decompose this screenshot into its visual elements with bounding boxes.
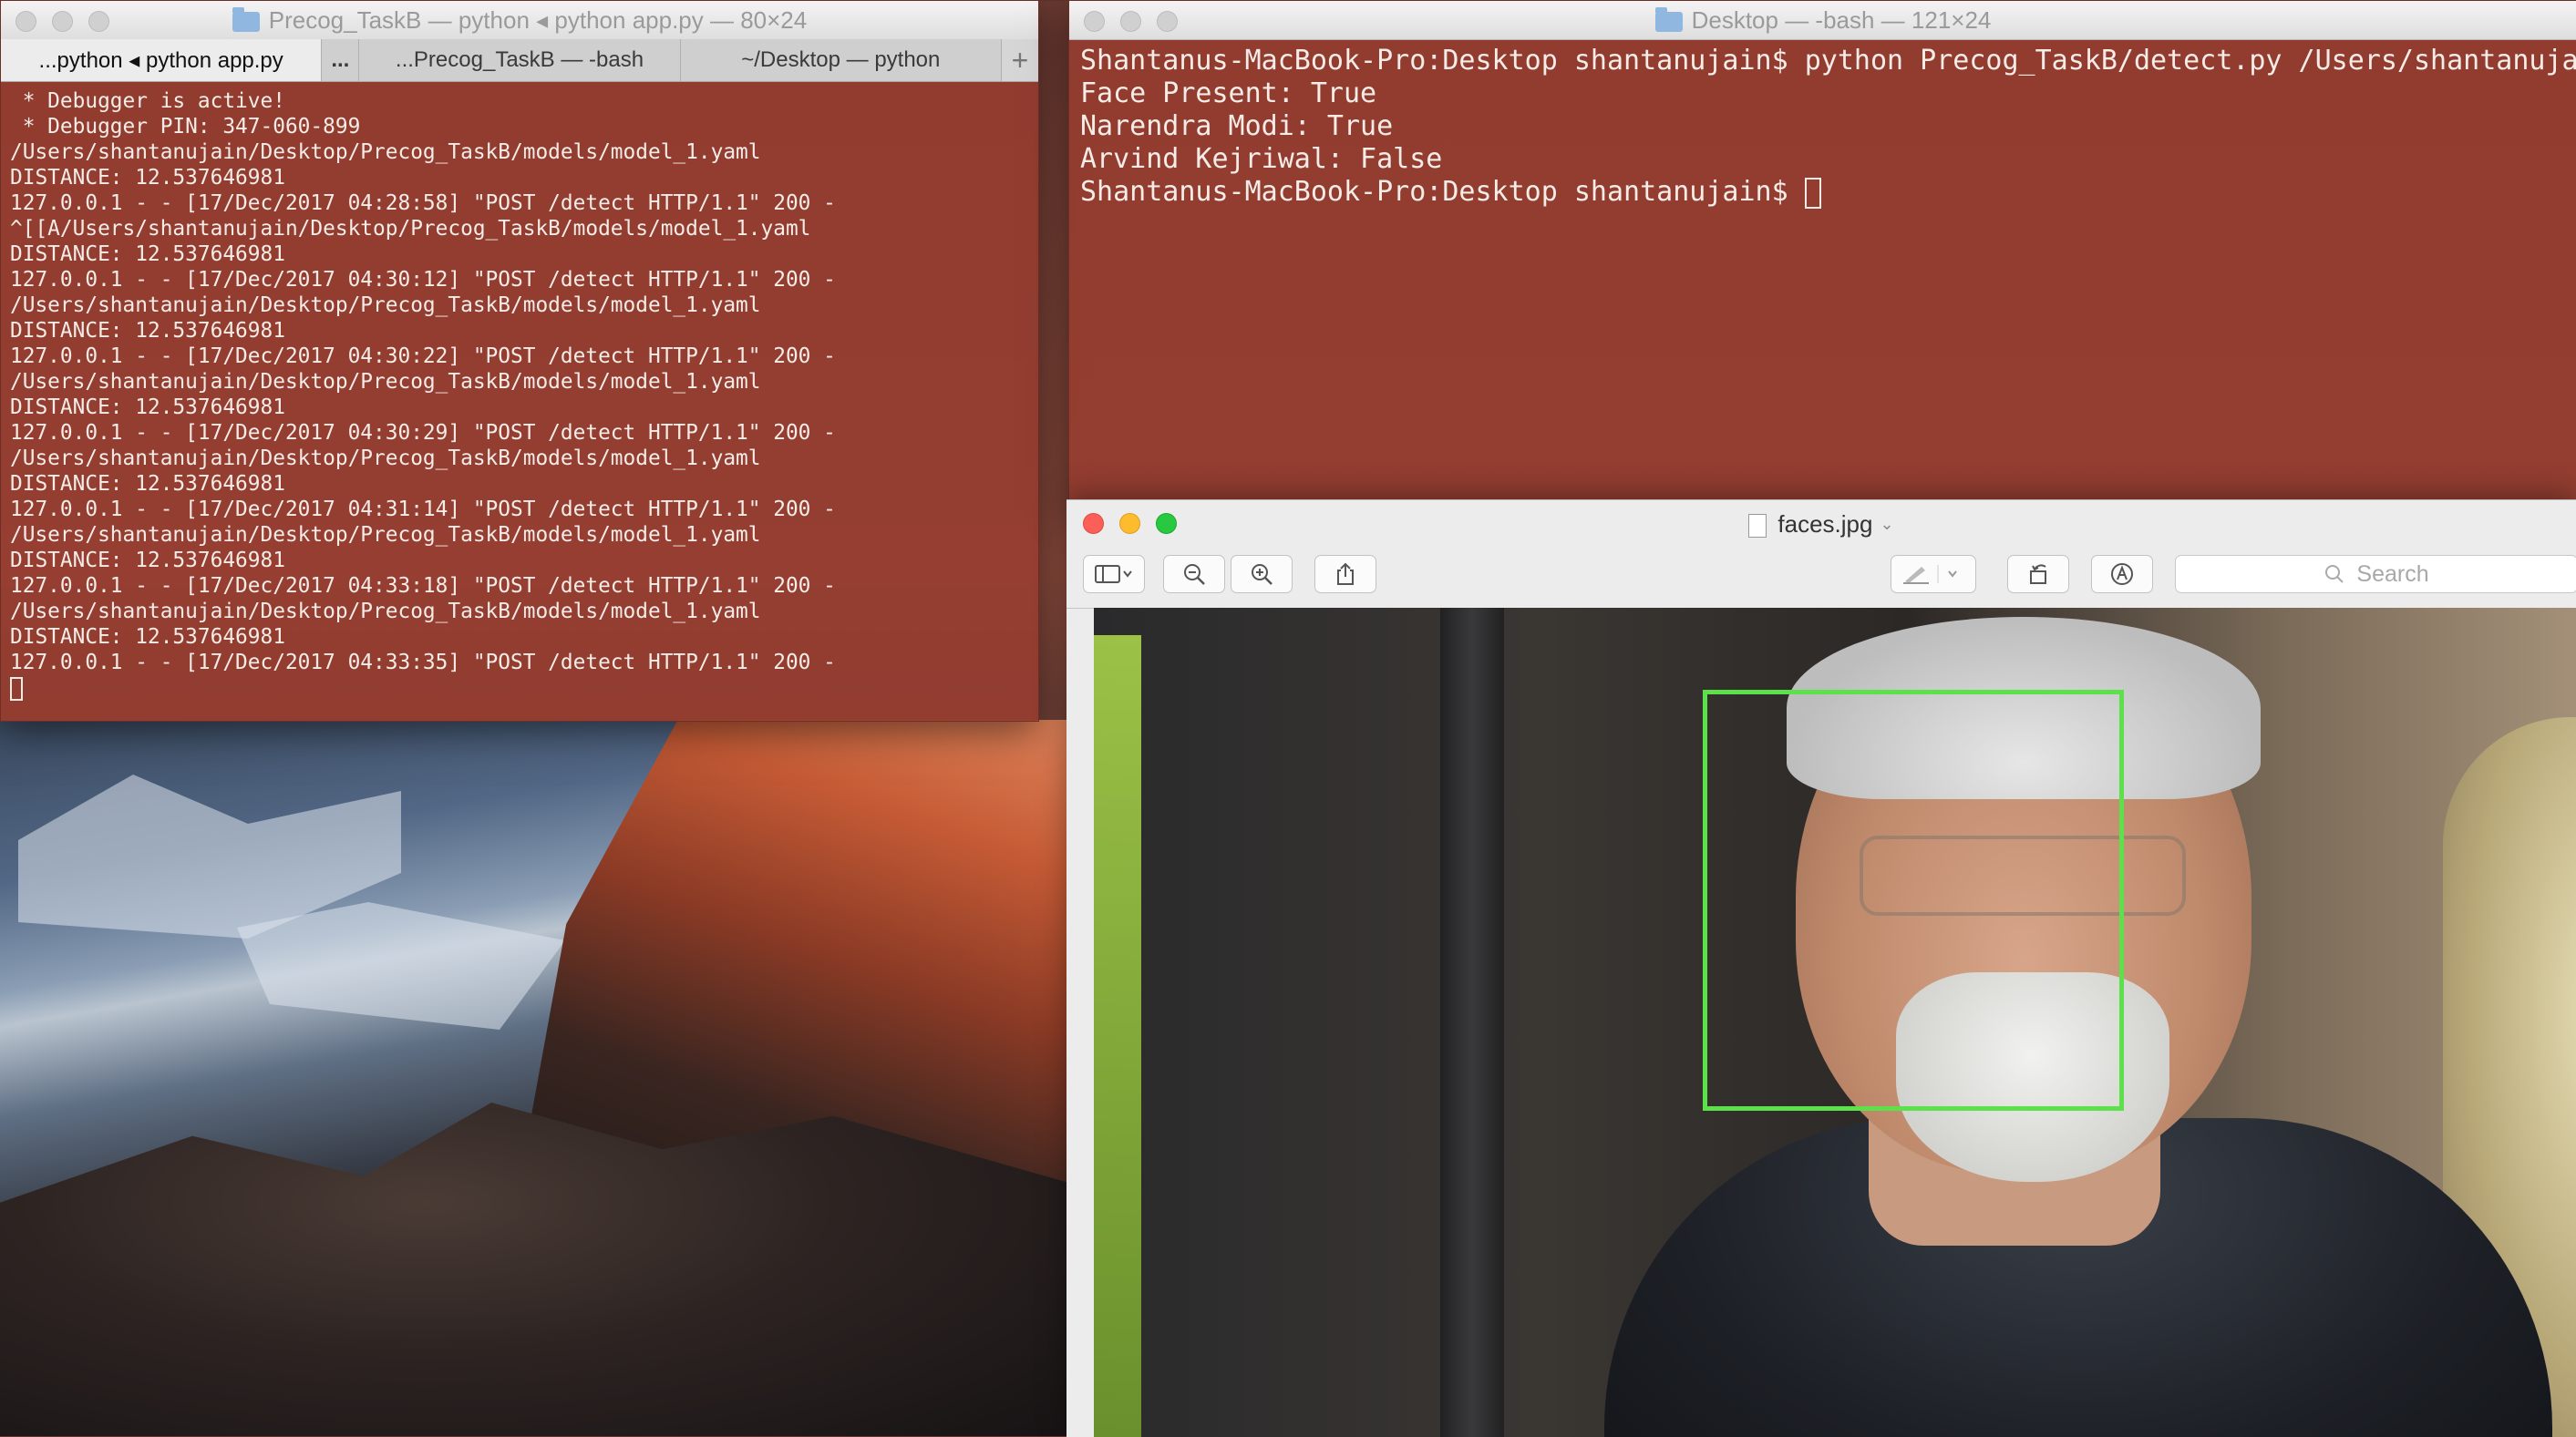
shell-line: Shantanus-MacBook-Pro:Desktop shantanuja… [1080,45,2576,77]
log-line: 127.0.0.1 - - [17/Dec/2017 04:30:29] "PO… [10,421,836,445]
markup-icon [2111,563,2133,585]
log-line: /Users/shantanujain/Desktop/Precog_TaskB… [10,370,761,394]
zoom-out-icon [1184,564,1205,585]
zoom-button[interactable] [88,11,109,32]
window-title: Desktop — -bash — 121×24 [1691,5,1992,34]
close-button[interactable] [15,11,36,32]
minimize-button[interactable] [1120,11,1141,32]
log-line: DISTANCE: 12.537646981 [10,472,285,496]
log-line: 127.0.0.1 - - [17/Dec/2017 04:30:12] "PO… [10,268,836,292]
left-terminal-output[interactable]: * Debugger is active! * Debugger PIN: 34… [10,88,836,701]
log-line: 127.0.0.1 - - [17/Dec/2017 04:33:18] "PO… [10,574,836,598]
terminal-tab-bar: ...python ◂ python app.py ... ...Precog_… [1,39,1038,82]
shell-line: Narendra Modi: True [1080,110,1394,142]
sidebar-toggle-button[interactable] [1083,555,1145,593]
tab-precog-bash[interactable]: ...Precog_TaskB — -bash [359,39,681,81]
background-green-strip [1094,635,1141,1437]
tab-python-app[interactable]: ...python ◂ python app.py [1,39,323,81]
minimize-button[interactable] [1119,513,1140,534]
zoom-in-icon [1252,564,1273,585]
preview-window[interactable]: faces.jpg ⌄ Search [1066,499,2576,1437]
left-terminal-titlebar[interactable]: Precog_TaskB — python ◂ python app.py — … [1,1,1038,40]
log-line: DISTANCE: 12.537646981 [10,549,285,572]
log-line: 127.0.0.1 - - [17/Dec/2017 04:28:58] "PO… [10,191,836,215]
log-line: DISTANCE: 12.537646981 [10,319,285,343]
share-button[interactable] [1314,555,1376,593]
log-line: DISTANCE: 12.537646981 [10,166,285,190]
log-line: /Users/shantanujain/Desktop/Precog_TaskB… [10,140,761,164]
zoom-out-button[interactable] [1163,555,1225,593]
minimize-button[interactable] [52,11,73,32]
rotate-icon [2030,564,2046,584]
log-line: /Users/shantanujain/Desktop/Precog_TaskB… [10,600,761,623]
chevron-down-icon[interactable]: ⌄ [1880,515,1893,534]
tab-desktop-python[interactable]: ~/Desktop — python [680,39,1002,81]
pen-icon [1903,565,1957,584]
document-title[interactable]: faces.jpg [1777,510,1872,539]
sidebar-toggle-icon [1095,565,1132,583]
log-line: * Debugger is active! [10,89,285,113]
folder-icon [1654,7,1683,32]
right-terminal-window[interactable]: Desktop — -bash — 121×24 Shantanus-MacBo… [1068,0,2576,501]
window-controls [15,11,109,32]
log-line: DISTANCE: 12.537646981 [10,625,285,649]
rock-foreground [0,1103,1068,1436]
log-line: 127.0.0.1 - - [17/Dec/2017 04:30:22] "PO… [10,344,836,368]
log-line: * Debugger PIN: 347-060-899 [10,115,361,139]
background-pole [1440,608,1504,1437]
rotate-button[interactable] [2007,555,2069,593]
shell-line: Face Present: True [1080,77,1377,109]
folder-icon [232,7,260,32]
log-line: /Users/shantanujain/Desktop/Precog_TaskB… [10,523,761,547]
text-cursor [1804,177,1821,209]
markup-pen-button[interactable] [1891,555,1976,593]
window-title: Precog_TaskB — python ◂ python app.py — … [268,5,808,34]
right-terminal-output[interactable]: Shantanus-MacBook-Pro:Desktop shantanuja… [1080,45,2576,209]
window-controls [1084,11,1178,32]
face-detection-box [1703,690,2124,1111]
face-photo[interactable] [1094,608,2576,1437]
tab-overflow[interactable]: ... [322,39,360,81]
preview-toolbar: Search [1066,548,2576,609]
log-line: 127.0.0.1 - - [17/Dec/2017 04:31:14] "PO… [10,498,836,521]
shell-line: Shantanus-MacBook-Pro:Desktop shantanuja… [1080,176,2576,209]
log-line: /Users/shantanujain/Desktop/Precog_TaskB… [10,446,761,470]
log-line: ^[[A/Users/shantanujain/Desktop/Precog_T… [10,217,811,241]
left-terminal-window[interactable]: Precog_TaskB — python ◂ python app.py — … [0,0,1039,722]
document-icon [1748,514,1767,538]
share-icon [1337,562,1354,585]
text-cursor [10,676,23,701]
log-line: 127.0.0.1 - - [17/Dec/2017 04:33:35] "PO… [10,651,836,674]
search-placeholder: Search [2356,560,2429,587]
zoom-in-button[interactable] [1231,555,1293,593]
log-line: DISTANCE: 12.537646981 [10,395,285,419]
markup-toolbar-button[interactable] [2091,555,2153,593]
zoom-button[interactable] [1157,11,1178,32]
window-controls [1083,513,1177,534]
close-button[interactable] [1083,513,1104,534]
zoom-button[interactable] [1156,513,1177,534]
desktop-wallpaper [0,720,1068,1436]
preview-titlebar[interactable]: faces.jpg ⌄ [1066,500,2576,548]
search-icon [2325,565,2344,583]
shell-line: Arvind Kejriwal: False [1080,143,1443,175]
close-button[interactable] [1084,11,1105,32]
right-terminal-titlebar[interactable]: Desktop — -bash — 121×24 [1069,1,2576,40]
log-line: /Users/shantanujain/Desktop/Precog_TaskB… [10,293,761,317]
search-input[interactable]: Search [2175,555,2576,593]
log-line: DISTANCE: 12.537646981 [10,242,285,266]
new-tab-button[interactable]: + [1002,39,1038,81]
